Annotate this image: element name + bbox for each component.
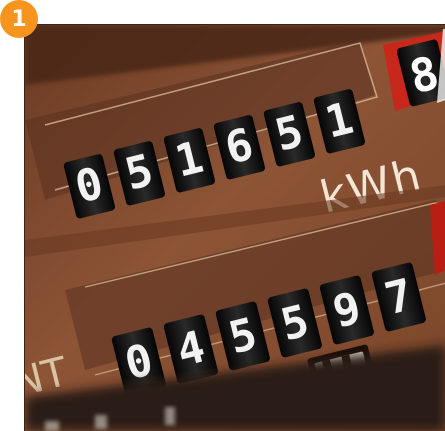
electricity-meter-photo: 8 051651 kWh 045597 NT <box>25 25 445 431</box>
step-number-badge: 1 <box>0 0 38 38</box>
photo-frame: 8 051651 kWh 045597 NT <box>24 24 445 431</box>
step-number: 1 <box>11 6 27 32</box>
